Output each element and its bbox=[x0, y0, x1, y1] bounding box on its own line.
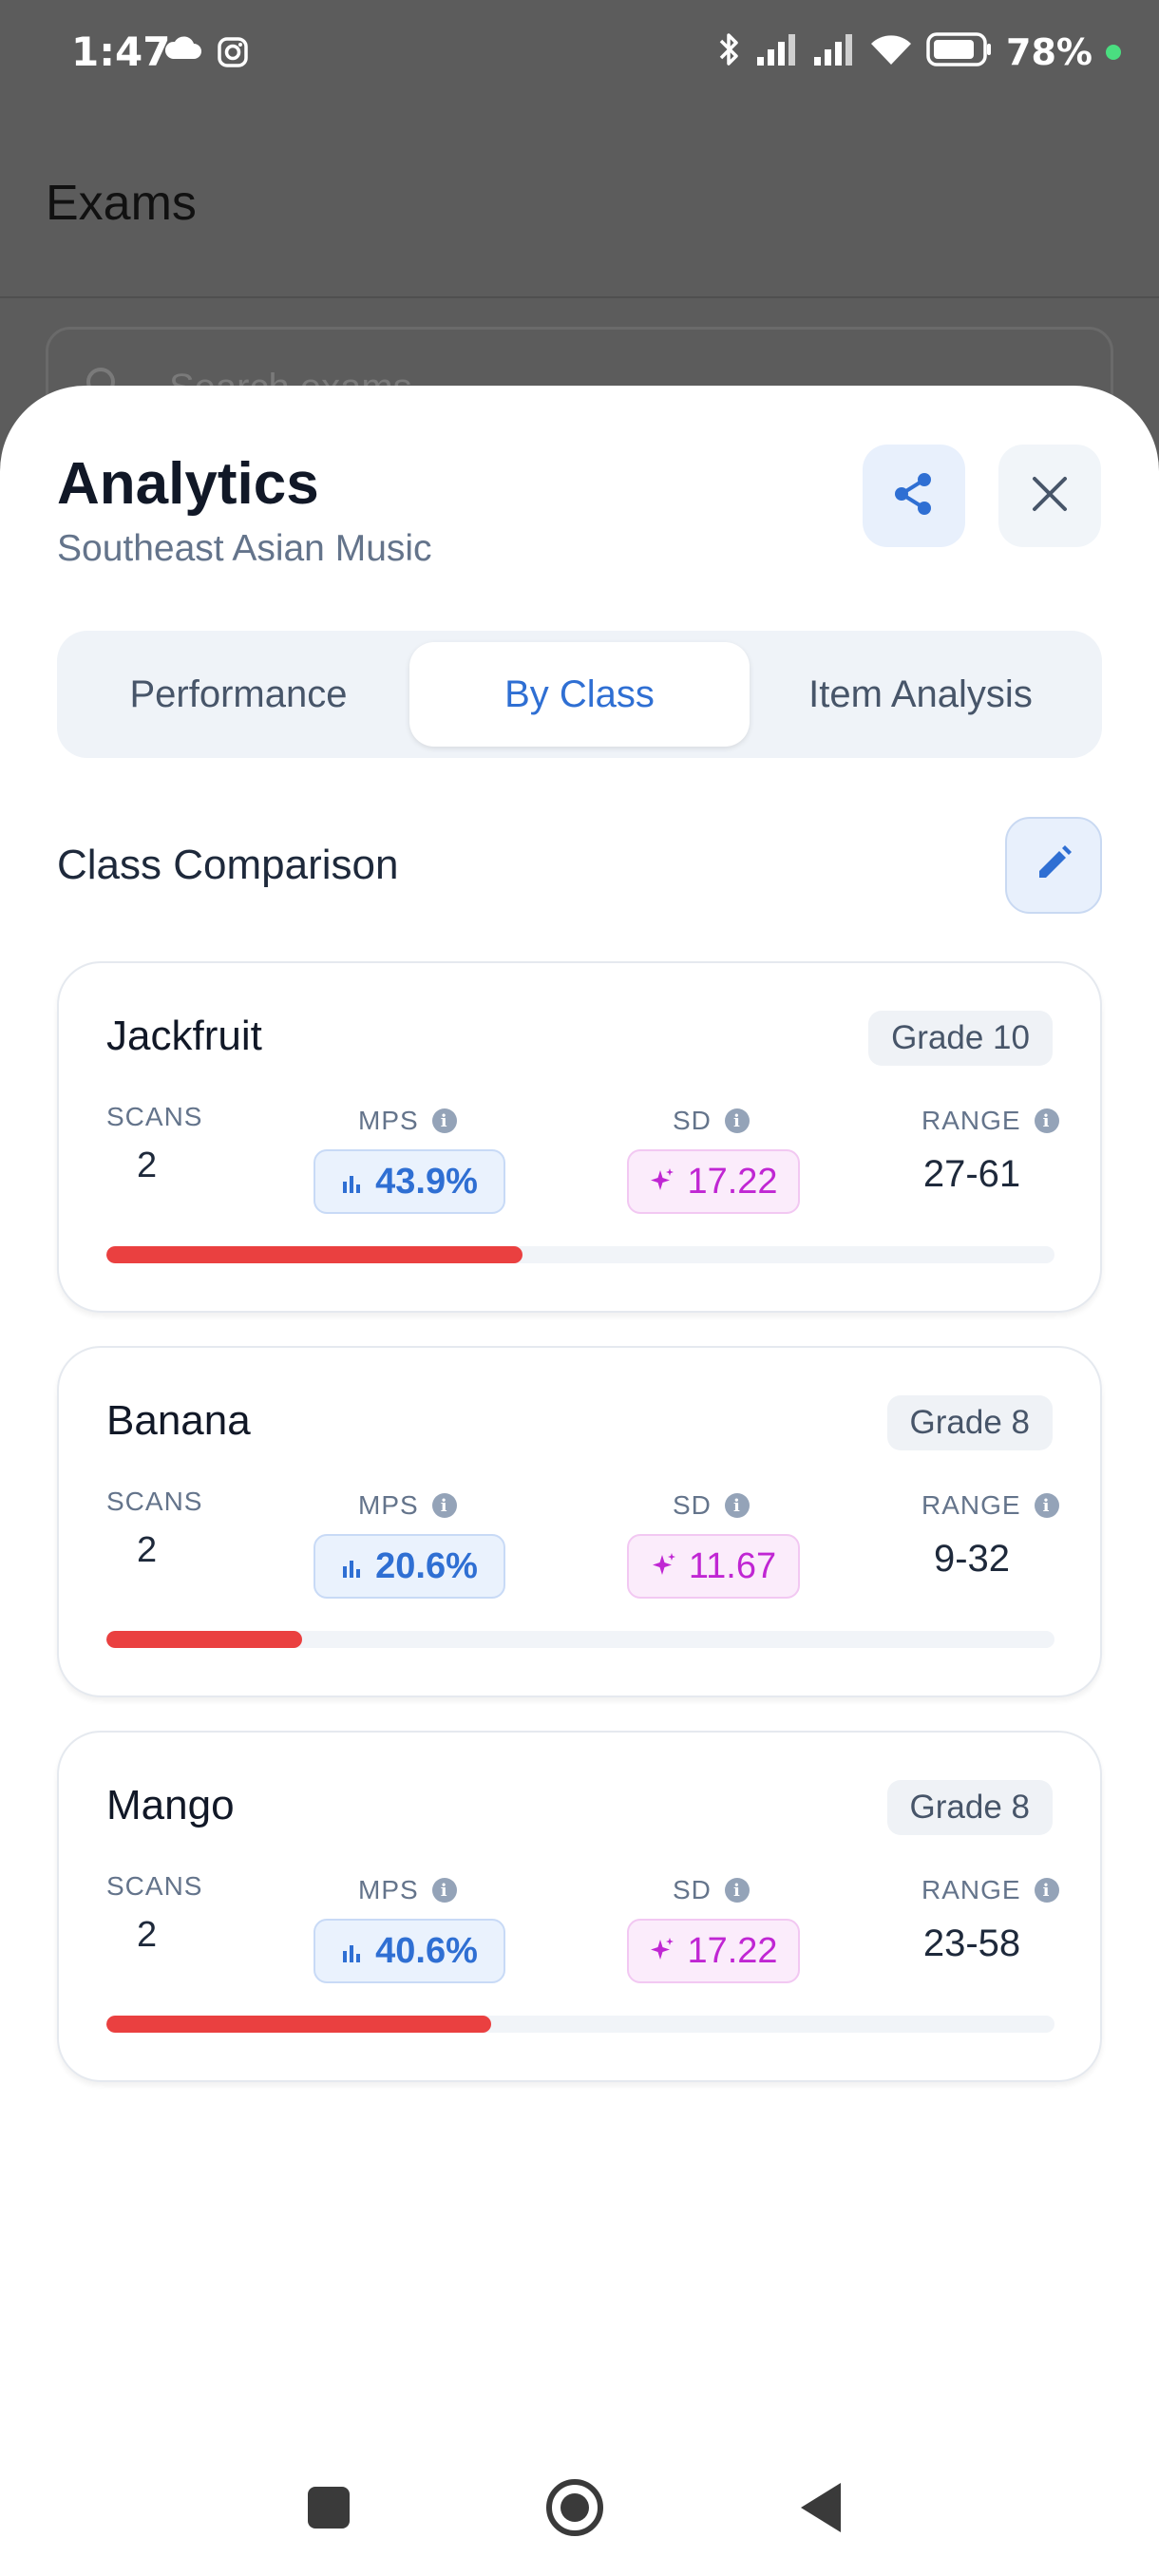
app-bar: Exams bbox=[0, 106, 1159, 298]
range-value: 23-58 bbox=[922, 1923, 1021, 1964]
scans-label: SCANS bbox=[106, 1487, 203, 1516]
home-icon bbox=[560, 2493, 589, 2522]
share-button[interactable] bbox=[863, 445, 965, 547]
sd-value: 11.67 bbox=[688, 1545, 777, 1586]
sparkle-icon bbox=[651, 1546, 677, 1587]
scans-value: 2 bbox=[137, 1146, 158, 1185]
mps-label: MPS i bbox=[358, 1490, 457, 1521]
tab-performance[interactable]: Performance bbox=[68, 642, 408, 747]
sd-badge: 17.22 bbox=[627, 1919, 800, 1983]
info-icon[interactable]: i bbox=[431, 1108, 457, 1133]
recents-button[interactable] bbox=[308, 2487, 350, 2529]
sparkle-icon bbox=[649, 1162, 675, 1203]
edit-button[interactable] bbox=[1005, 817, 1102, 914]
progress-fill bbox=[106, 1246, 523, 1263]
info-icon[interactable]: i bbox=[431, 1878, 457, 1903]
status-icons: 78% bbox=[717, 30, 1121, 73]
home-button[interactable] bbox=[546, 2479, 603, 2536]
class-card[interactable]: Mango Grade 8 SCANS MPS i SD i RANGE i 2 40… bbox=[57, 1731, 1102, 2082]
class-name: Mango bbox=[106, 1782, 235, 1828]
sd-label: SD i bbox=[673, 1490, 750, 1521]
class-card[interactable]: Jackfruit Grade 10 SCANS MPS i SD i RANGE i… bbox=[57, 961, 1102, 1313]
tab-item-analysis[interactable]: Item Analysis bbox=[750, 642, 1091, 747]
progress-track bbox=[106, 2016, 1054, 2033]
mps-value: 20.6% bbox=[375, 1545, 478, 1586]
cloud-icon bbox=[163, 36, 201, 66]
sd-label: SD i bbox=[673, 1106, 750, 1136]
range-label: RANGE i bbox=[922, 1106, 1059, 1136]
grade-badge: Grade 8 bbox=[886, 1780, 1053, 1835]
info-icon[interactable]: i bbox=[1034, 1108, 1059, 1133]
mps-value: 40.6% bbox=[375, 1930, 478, 1971]
class-name: Banana bbox=[106, 1397, 251, 1444]
bluetooth-icon bbox=[717, 30, 742, 73]
info-icon[interactable]: i bbox=[431, 1493, 457, 1518]
bar-chart-icon bbox=[341, 1162, 362, 1203]
privacy-indicator-dot bbox=[1106, 44, 1121, 60]
sd-badge: 11.67 bbox=[627, 1534, 800, 1599]
progress-track bbox=[106, 1631, 1054, 1648]
range-value: 9-32 bbox=[933, 1538, 1011, 1580]
back-button[interactable] bbox=[801, 2483, 841, 2532]
battery-icon bbox=[926, 31, 993, 72]
info-icon[interactable]: i bbox=[724, 1878, 750, 1903]
progress-fill bbox=[106, 2016, 492, 2033]
scans-label: SCANS bbox=[106, 1102, 203, 1131]
share-icon bbox=[890, 470, 938, 522]
wifi-icon bbox=[869, 32, 913, 71]
mps-badge: 20.6% bbox=[314, 1534, 505, 1599]
bar-chart-icon bbox=[341, 1931, 362, 1972]
sd-value: 17.22 bbox=[687, 1161, 778, 1202]
range-label: RANGE i bbox=[922, 1875, 1059, 1905]
app-title: Exams bbox=[46, 176, 197, 231]
mps-badge: 40.6% bbox=[314, 1919, 505, 1983]
info-icon[interactable]: i bbox=[1034, 1878, 1059, 1903]
sd-label: SD i bbox=[673, 1875, 750, 1905]
scans-value: 2 bbox=[137, 1530, 158, 1570]
status-bar: 1:47 78% bbox=[0, 0, 1159, 106]
analytics-tabs: Performance By Class Item Analysis bbox=[57, 631, 1102, 758]
bar-chart-icon bbox=[341, 1546, 362, 1587]
scans-label: SCANS bbox=[106, 1871, 203, 1901]
tab-by-class[interactable]: By Class bbox=[409, 642, 750, 747]
mps-label: MPS i bbox=[358, 1106, 457, 1136]
battery-percent: 78% bbox=[1006, 30, 1092, 73]
status-time: 1:47 bbox=[71, 28, 171, 75]
navigation-bar bbox=[0, 2432, 1159, 2576]
analytics-sheet: Analytics Southeast Asian Music Performa… bbox=[0, 386, 1159, 2576]
info-icon[interactable]: i bbox=[724, 1108, 750, 1133]
progress-track bbox=[106, 1246, 1054, 1263]
range-value: 27-61 bbox=[922, 1153, 1021, 1195]
sd-badge: 17.22 bbox=[627, 1149, 800, 1214]
info-icon[interactable]: i bbox=[724, 1493, 750, 1518]
range-label: RANGE i bbox=[922, 1490, 1059, 1521]
close-icon bbox=[1031, 475, 1069, 518]
signal-icon-2 bbox=[812, 32, 856, 71]
pencil-icon bbox=[1034, 843, 1074, 888]
sd-value: 17.22 bbox=[687, 1930, 778, 1971]
scans-value: 2 bbox=[137, 1915, 158, 1955]
info-icon[interactable]: i bbox=[1034, 1493, 1059, 1518]
class-name: Jackfruit bbox=[106, 1013, 262, 1059]
mps-badge: 43.9% bbox=[314, 1149, 505, 1214]
progress-fill bbox=[106, 1631, 302, 1648]
mps-label: MPS i bbox=[358, 1875, 457, 1905]
instagram-icon bbox=[217, 36, 249, 73]
section-title: Class Comparison bbox=[57, 842, 399, 888]
sheet-title: Analytics bbox=[57, 451, 319, 517]
grade-badge: Grade 8 bbox=[886, 1395, 1053, 1450]
close-button[interactable] bbox=[998, 445, 1101, 547]
mps-value: 43.9% bbox=[375, 1161, 478, 1202]
sparkle-icon bbox=[649, 1931, 675, 1972]
signal-icon bbox=[755, 32, 799, 71]
sheet-subtitle: Southeast Asian Music bbox=[57, 528, 432, 569]
class-card[interactable]: Banana Grade 8 SCANS MPS i SD i RANGE i 2 2… bbox=[57, 1346, 1102, 1697]
grade-badge: Grade 10 bbox=[868, 1011, 1053, 1066]
